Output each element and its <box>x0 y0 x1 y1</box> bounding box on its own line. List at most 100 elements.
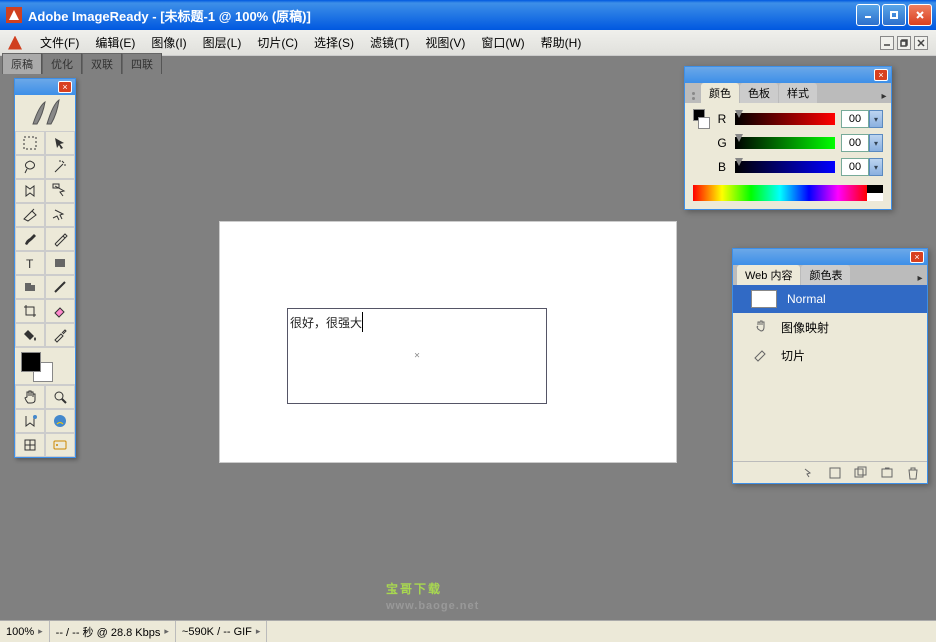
web-item-image-map[interactable]: 图像映射 <box>733 313 927 341</box>
download-timing[interactable]: -- / -- 秒 @ 28.8 Kbps <box>50 621 176 642</box>
web-panel-tabs: Web 内容 颜色表 <box>733 265 927 285</box>
preview-browser-tool[interactable] <box>45 409 75 433</box>
maximize-button[interactable] <box>882 4 906 26</box>
crop-tool[interactable] <box>15 299 45 323</box>
eraser-tool[interactable] <box>45 299 75 323</box>
image-map-label: 图像映射 <box>781 319 829 336</box>
type-tool[interactable]: T <box>15 251 45 275</box>
web-item-slice[interactable]: 切片 <box>733 341 927 369</box>
new-layer-based-icon[interactable] <box>853 465 869 481</box>
image-map-icon <box>751 319 771 335</box>
tab-rect-tool[interactable] <box>15 275 45 299</box>
rollover-icon[interactable] <box>801 465 817 481</box>
window-title: Adobe ImageReady - [未标题-1 @ 100% (原稿)] <box>28 6 854 25</box>
document-canvas[interactable]: 很好，很强大 × <box>220 222 676 462</box>
color-panel-titlebar[interactable]: × <box>685 67 891 83</box>
r-dropdown[interactable] <box>869 110 883 128</box>
menu-view[interactable]: 视图(V) <box>417 30 473 55</box>
text-content[interactable]: 很好，很强大 <box>290 311 363 332</box>
slice-tool[interactable] <box>15 203 45 227</box>
g-slider[interactable] <box>735 137 835 149</box>
menu-file[interactable]: 文件(F) <box>32 30 87 55</box>
foreground-color[interactable] <box>21 352 41 372</box>
slice-label: 切片 <box>781 347 805 364</box>
tab-styles[interactable]: 样式 <box>779 83 817 103</box>
menu-layer[interactable]: 图层(L) <box>195 30 250 55</box>
tab-two-up[interactable]: 双联 <box>82 53 122 74</box>
b-slider[interactable] <box>735 161 835 173</box>
move-tool[interactable] <box>45 131 75 155</box>
zoom-level[interactable]: 100% <box>0 621 50 642</box>
web-panel-menu-button[interactable] <box>913 271 927 285</box>
color-swatches <box>15 347 75 385</box>
g-value-input[interactable] <box>841 134 869 152</box>
web-item-normal[interactable]: Normal <box>733 285 927 313</box>
tab-web-content[interactable]: Web 内容 <box>737 265 800 285</box>
menu-filter[interactable]: 滤镜(T) <box>362 30 417 55</box>
color-spectrum[interactable] <box>693 185 883 201</box>
image-map-select-tool[interactable] <box>45 179 75 203</box>
mdi-minimize-button[interactable] <box>880 36 894 50</box>
file-size[interactable]: ~590K / -- GIF <box>176 621 268 642</box>
menu-help[interactable]: 帮助(H) <box>533 30 590 55</box>
close-button[interactable] <box>908 4 932 26</box>
r-slider[interactable] <box>735 113 835 125</box>
menu-slices[interactable]: 切片(C) <box>249 30 306 55</box>
color-panel: × 颜色 色板 样式 R G <box>684 66 892 210</box>
toggle-slices-tool[interactable] <box>15 433 45 457</box>
image-map-tool[interactable] <box>15 179 45 203</box>
tab-color-table[interactable]: 颜色表 <box>801 265 850 285</box>
b-value-input[interactable] <box>841 158 869 176</box>
mdi-close-button[interactable] <box>914 36 928 50</box>
marquee-tool[interactable] <box>15 131 45 155</box>
tab-original[interactable]: 原稿 <box>2 53 42 74</box>
statusbar: 100% -- / -- 秒 @ 28.8 Kbps ~590K / -- GI… <box>0 620 936 642</box>
new-slice-icon[interactable] <box>827 465 843 481</box>
r-value-input[interactable] <box>841 110 869 128</box>
color-panel-swatches[interactable] <box>693 109 709 133</box>
menu-window[interactable]: 窗口(W) <box>473 30 532 55</box>
feather-icon <box>15 95 75 131</box>
panel-grip-icon[interactable] <box>689 89 701 103</box>
web-panel-close-button[interactable]: × <box>910 251 924 263</box>
lasso-tool[interactable] <box>15 155 45 179</box>
toolbox-titlebar[interactable]: × <box>15 79 75 95</box>
tab-four-up[interactable]: 四联 <box>122 53 162 74</box>
mdi-restore-button[interactable] <box>897 36 911 50</box>
web-panel-titlebar[interactable]: × <box>733 249 927 265</box>
rectangle-tool[interactable] <box>45 251 75 275</box>
hand-tool[interactable] <box>15 385 45 409</box>
window-titlebar: Adobe ImageReady - [未标题-1 @ 100% (原稿)] <box>0 0 936 30</box>
minimize-button[interactable] <box>856 4 880 26</box>
eyedropper-tool[interactable] <box>45 323 75 347</box>
b-dropdown[interactable] <box>869 158 883 176</box>
tab-color[interactable]: 颜色 <box>701 83 739 103</box>
color-panel-close-button[interactable]: × <box>874 69 888 81</box>
menu-edit[interactable]: 编辑(E) <box>87 30 143 55</box>
new-item-icon[interactable] <box>879 465 895 481</box>
svg-text:T: T <box>26 257 34 271</box>
jump-to-photoshop-tool[interactable] <box>45 433 75 457</box>
line-tool[interactable] <box>45 275 75 299</box>
zoom-tool[interactable] <box>45 385 75 409</box>
menu-image[interactable]: 图像(I) <box>143 30 194 55</box>
toggle-image-map-tool[interactable] <box>15 409 45 433</box>
panel-menu-button[interactable] <box>877 89 891 103</box>
watermark: 宝哥下载 www.baoge.net <box>386 568 479 612</box>
paint-bucket-tool[interactable] <box>15 323 45 347</box>
normal-thumbnail-icon <box>751 290 777 308</box>
menu-select[interactable]: 选择(S) <box>306 30 362 55</box>
g-dropdown[interactable] <box>869 134 883 152</box>
text-bounding-box[interactable]: 很好，很强大 × <box>287 308 547 404</box>
center-mark-icon: × <box>414 351 420 362</box>
toolbox-close-button[interactable]: × <box>58 81 72 93</box>
imageready-icon <box>6 34 24 52</box>
tab-swatches[interactable]: 色板 <box>740 83 778 103</box>
delete-icon[interactable] <box>905 465 921 481</box>
slice-select-tool[interactable] <box>45 203 75 227</box>
panel-background-swatch[interactable] <box>698 117 710 129</box>
tab-optimized[interactable]: 优化 <box>42 53 82 74</box>
brush-tool[interactable] <box>15 227 45 251</box>
wand-tool[interactable] <box>45 155 75 179</box>
pencil-tool[interactable] <box>45 227 75 251</box>
